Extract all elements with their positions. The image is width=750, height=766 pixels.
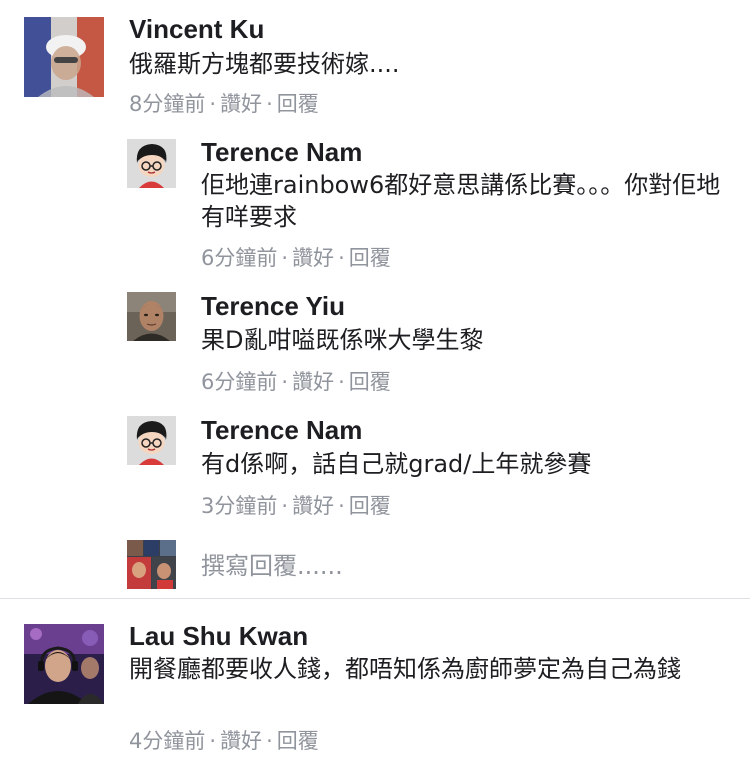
reply-button[interactable]: 回覆: [277, 91, 319, 117]
comment-timestamp[interactable]: 8分鐘前: [129, 91, 205, 117]
like-button[interactable]: 讚好: [292, 369, 334, 395]
meta-separator: ·: [266, 729, 273, 753]
reply-author-name[interactable]: Terence Nam: [201, 137, 362, 167]
reply-button[interactable]: 回覆: [349, 369, 391, 395]
meta-separator: ·: [209, 729, 217, 753]
comment-author-name[interactable]: Vincent Ku: [129, 14, 264, 44]
reply-meta: 3分鐘前 · 讚好 · 回覆: [201, 493, 391, 519]
comment-text: 俄羅斯方塊都要技術嫁....: [129, 50, 400, 78]
reply-button[interactable]: 回覆: [277, 728, 319, 754]
reply-timestamp[interactable]: 6分鐘前: [201, 245, 277, 271]
current-user-avatar: [127, 540, 176, 589]
meta-separator: ·: [281, 246, 289, 270]
current-user-avatar-icon: [127, 540, 176, 589]
comment-meta: 8分鐘前 · 讚好 · 回覆: [129, 91, 319, 117]
comment-author-name[interactable]: Lau Shu Kwan: [129, 621, 308, 651]
reply-button[interactable]: 回覆: [349, 245, 391, 271]
comment-text: 開餐廳都要收人錢，都唔知係為廚師夢定為自己為錢: [129, 655, 681, 683]
reply-author-name[interactable]: Terence Nam: [201, 415, 362, 445]
reply-button[interactable]: 回覆: [349, 493, 391, 519]
vincent-avatar-icon: [24, 17, 104, 97]
lau-shu-kwan-avatar[interactable]: [24, 624, 104, 704]
reply-avatar[interactable]: [127, 139, 176, 188]
meta-separator: ·: [338, 246, 345, 270]
reply-timestamp[interactable]: 3分鐘前: [201, 493, 277, 519]
like-button[interactable]: 讚好: [292, 245, 334, 271]
like-button[interactable]: 讚好: [220, 91, 262, 117]
meta-separator: ·: [281, 494, 289, 518]
meta-separator: ·: [281, 370, 289, 394]
reply-input[interactable]: 撰寫回覆......: [201, 551, 701, 581]
comment-divider: [0, 598, 750, 599]
reply-text: 佢地連rainbow6都好意思講係比賽。。。你對佢地有咩要求: [201, 171, 721, 231]
meta-separator: ·: [338, 370, 345, 394]
vincent-avatar[interactable]: [24, 17, 104, 97]
like-button[interactable]: 讚好: [220, 728, 262, 754]
reply-text: 有d係啊，話自己就grad/上年就參賽: [201, 450, 592, 478]
cartoon-boy-avatar-icon: [127, 139, 176, 188]
terence-yiu-avatar-icon: [127, 292, 176, 341]
reply-timestamp[interactable]: 6分鐘前: [201, 369, 277, 395]
comment-meta: 4分鐘前 · 讚好 · 回覆: [129, 728, 319, 754]
reply-avatar[interactable]: [127, 416, 176, 465]
reply-text: 果D亂咁嗌既係咪大學生黎: [201, 326, 484, 354]
comment-timestamp[interactable]: 4分鐘前: [129, 728, 205, 754]
reply-avatar[interactable]: [127, 292, 176, 341]
meta-separator: ·: [338, 494, 345, 518]
meta-separator: ·: [209, 92, 217, 116]
lau-shu-kwan-avatar-icon: [24, 624, 104, 704]
reply-author-name[interactable]: Terence Yiu: [201, 291, 345, 321]
meta-separator: ·: [266, 92, 273, 116]
like-button[interactable]: 讚好: [292, 493, 334, 519]
cartoon-boy-avatar-icon: [127, 416, 176, 465]
reply-meta: 6分鐘前 · 讚好 · 回覆: [201, 245, 391, 271]
reply-meta: 6分鐘前 · 讚好 · 回覆: [201, 369, 391, 395]
